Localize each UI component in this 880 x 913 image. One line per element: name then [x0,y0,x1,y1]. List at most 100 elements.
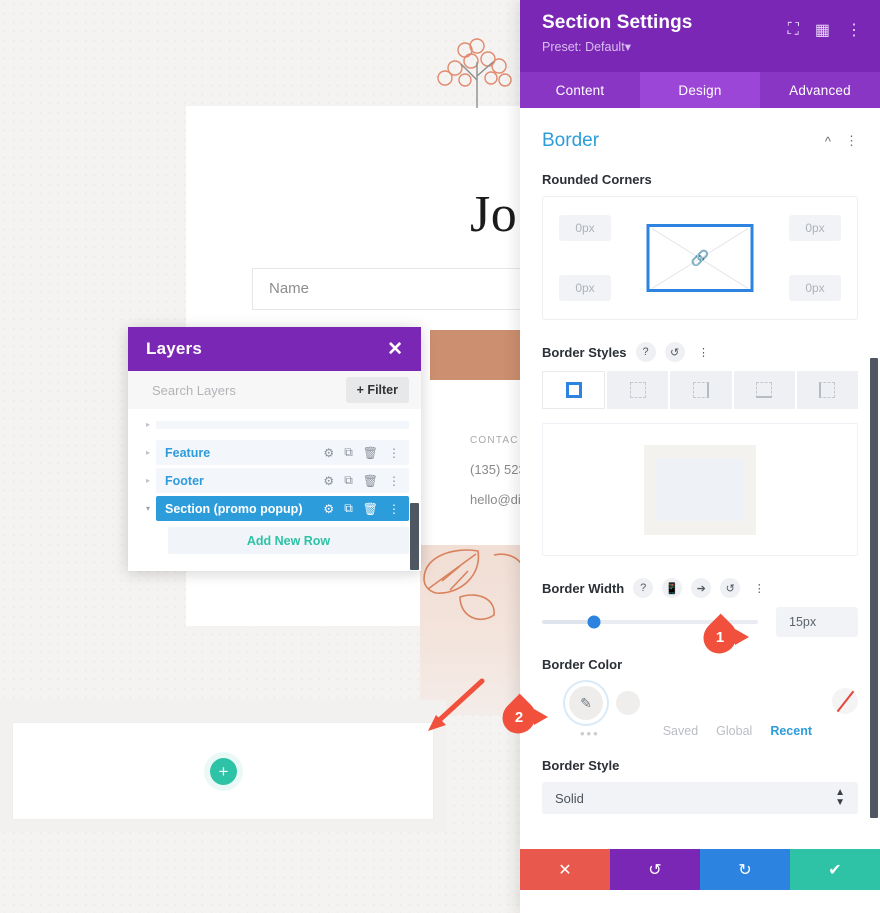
close-icon[interactable]: ✕ [387,340,403,359]
tab-saved[interactable]: Saved [663,724,698,738]
chevron-up-icon[interactable]: ^ [825,134,831,149]
more-icon[interactable]: ⋮ [388,502,400,516]
corner-bottom-right-input[interactable]: 0px [789,275,841,301]
border-width-value-input[interactable]: 15px [776,607,858,637]
corner-top-right-input[interactable]: 0px [789,215,841,241]
cancel-button[interactable]: ✕ [520,849,610,890]
undo-button[interactable]: ↺ [610,849,700,890]
add-new-row-button[interactable]: Add New Row [168,527,409,554]
preset-label: Preset: Default [542,40,625,54]
layout-icon[interactable]: ▦ [815,20,830,40]
help-icon[interactable]: ? [633,578,654,598]
gear-icon[interactable]: ⚙ [323,446,334,460]
border-style-all[interactable] [542,371,606,409]
layers-panel-header: Layers ✕ [128,327,421,371]
floral-decoration-icon [425,28,530,108]
more-vertical-icon[interactable]: ⋮ [846,20,862,40]
reset-icon[interactable]: ↺ [720,578,741,598]
mobile-icon[interactable]: 📱 [662,578,683,598]
gear-icon[interactable]: ⚙ [323,502,334,516]
tab-design[interactable]: Design [640,72,760,108]
rounded-corners-label: Rounded Corners [542,172,652,187]
trash-icon[interactable]: 🗑 [363,446,378,460]
layer-name: Feature [165,445,211,460]
layer-row-selected[interactable]: ▾ Section (promo popup) ⚙ ⧉ 🗑 ⋮ [140,496,409,521]
collapse-caret-icon[interactable]: ▾ [140,504,156,513]
layer-body[interactable] [156,420,409,429]
more-vertical-icon[interactable]: ⋮ [694,342,714,362]
layers-panel: Layers ✕ Search Layers + Filter ▸ ▸ Feat… [128,327,421,571]
settings-header-actions: ⛶ ▦ ⋮ [788,20,862,40]
border-color-control: ✎ ••• Saved Global Recent [542,682,858,741]
border-style-select[interactable]: Solid ▲ ▼ [542,782,858,814]
preview-outer [644,444,756,535]
eyedropper-icon[interactable]: ✎ [569,686,603,720]
layer-row-partial[interactable]: ▸ [140,412,409,437]
color-swatch-empty[interactable] [616,691,640,715]
expand-caret-icon[interactable]: ▸ [140,476,156,485]
layers-panel-title: Layers [146,339,203,358]
trash-icon[interactable]: 🗑 [363,474,378,488]
focus-icon[interactable]: ⛶ [788,21,799,39]
more-icon[interactable]: ⋮ [388,446,400,460]
tab-content[interactable]: Content [520,72,640,108]
no-color-icon[interactable] [832,688,858,714]
border-style-value: Solid [555,790,584,806]
corner-bottom-left-input[interactable]: 0px [559,275,611,301]
more-vertical-icon[interactable]: ⋮ [749,578,769,598]
help-icon[interactable]: ? [635,342,656,362]
more-icon[interactable]: ⋮ [388,474,400,488]
expand-caret-icon[interactable]: ▸ [140,448,156,457]
more-vertical-icon[interactable]: ⋮ [845,133,858,149]
red-annotation-arrow-icon [420,675,490,735]
section-settings-panel: Section Settings Preset: Default▾ ⛶ ▦ ⋮ … [520,0,880,913]
link-icon[interactable]: 🔗 [691,249,710,267]
tab-recent[interactable]: Recent [770,724,812,738]
tab-global[interactable]: Global [716,724,752,738]
layer-body[interactable]: Section (promo popup) ⚙ ⧉ 🗑 ⋮ [156,496,409,521]
layers-scrollbar[interactable] [410,503,419,570]
layer-body[interactable]: Footer ⚙ ⧉ 🗑 ⋮ [156,468,409,493]
border-section-header[interactable]: Border ^ ⋮ [520,108,880,152]
border-style-right[interactable] [670,371,732,409]
border-styles-label: Border Styles [542,344,627,360]
slider-fill [542,620,594,624]
tan-color-block [430,330,530,380]
duplicate-icon[interactable]: ⧉ [344,445,353,460]
layer-body[interactable]: Feature ⚙ ⧉ 🗑 ⋮ [156,440,409,465]
layer-row[interactable]: ▸ Feature ⚙ ⧉ 🗑 ⋮ [140,440,409,465]
tab-advanced[interactable]: Advanced [760,72,880,108]
name-input[interactable]: Name [252,268,552,310]
layer-row[interactable]: ▸ Footer ⚙ ⧉ 🗑 ⋮ [140,468,409,493]
name-input-placeholder: Name [269,280,310,297]
preset-selector[interactable]: Preset: Default▾ [542,39,858,54]
more-colors-icon[interactable]: ••• [580,726,600,741]
layer-actions: ⚙ ⧉ 🗑 ⋮ [323,501,400,516]
settings-scrollbar[interactable] [870,358,878,818]
filter-button[interactable]: + Filter [345,377,409,403]
reset-icon[interactable]: ↺ [664,342,685,362]
section-header-actions: ^ ⋮ [825,133,858,149]
duplicate-icon[interactable]: ⧉ [344,501,353,516]
border-style-left[interactable] [796,371,859,409]
corner-top-left-input[interactable]: 0px [559,215,611,241]
border-width-label-row: Border Width ? 📱 ➔ ↺ ⋮ [542,578,880,598]
settings-header: Section Settings Preset: Default▾ ⛶ ▦ ⋮ [520,0,880,72]
screen-root: Jo Name CONTAC (135) 523 hello@di + Laye… [0,0,880,913]
slider-handle[interactable] [587,615,601,629]
layer-actions: ⚙ ⧉ 🗑 ⋮ [323,473,400,488]
trash-icon[interactable]: 🗑 [363,502,378,516]
gear-icon[interactable]: ⚙ [323,474,334,488]
search-layers-input[interactable]: Search Layers [152,383,236,398]
border-style-bottom[interactable] [733,371,795,409]
hover-icon[interactable]: ➔ [691,578,712,598]
spinner-icon: ▲ ▼ [835,786,845,808]
border-style-top[interactable] [607,371,669,409]
layers-list: ▸ ▸ Feature ⚙ ⧉ 🗑 ⋮ ▸ Footer ⚙ ⧉ 🗑 ⋮ ▾ S… [128,412,421,554]
save-button[interactable]: ✔ [790,849,880,890]
redo-button[interactable]: ↻ [700,849,790,890]
add-module-button[interactable]: + [210,758,237,785]
duplicate-icon[interactable]: ⧉ [344,473,353,488]
expand-caret-icon[interactable]: ▸ [140,420,156,429]
chevron-down-icon: ▾ [624,40,631,54]
